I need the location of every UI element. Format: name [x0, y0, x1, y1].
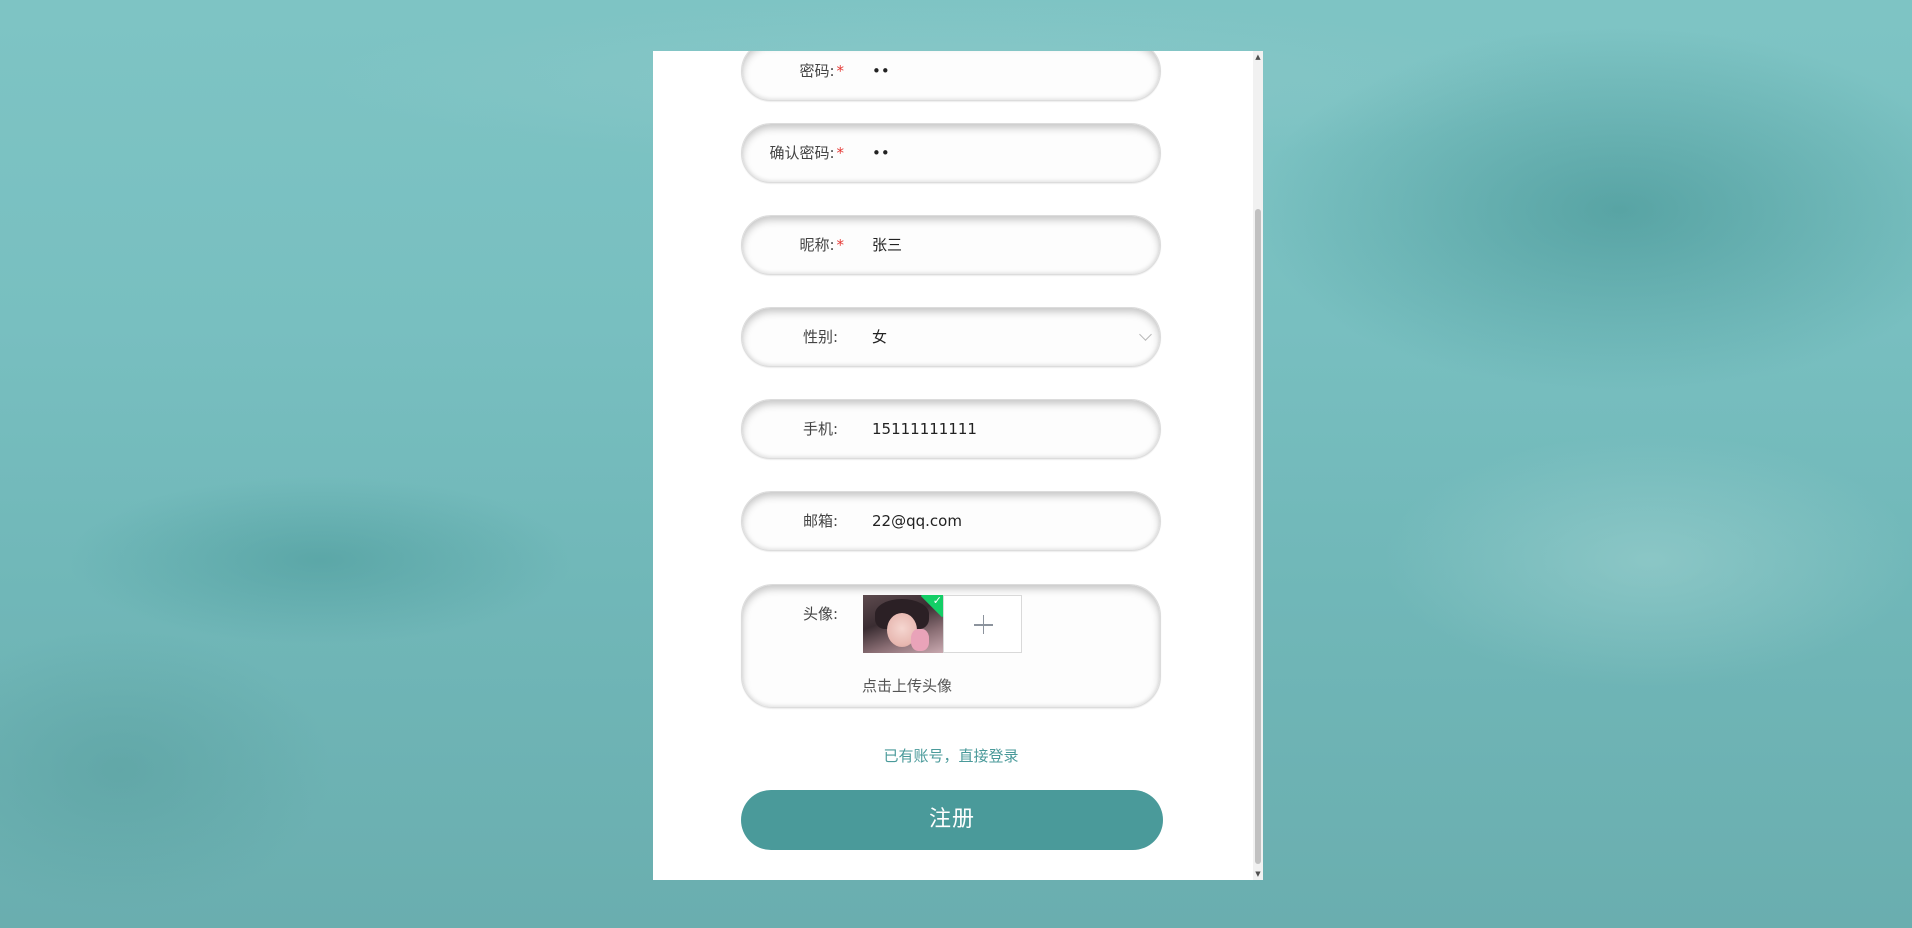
confirm-password-input[interactable]: ••	[872, 124, 890, 182]
phone-field[interactable]: 手机: 15111111111	[741, 399, 1161, 459]
gender-label: 性别:	[802, 328, 838, 346]
required-mark: *	[836, 62, 845, 80]
chevron-down-icon[interactable]	[1139, 328, 1152, 341]
password-label: 密码: *	[799, 62, 845, 80]
email-input[interactable]: 22@qq.com	[872, 492, 962, 550]
avatar-field: 头像: ✓ 点击上传头像	[741, 584, 1161, 708]
check-icon: ✓	[932, 595, 942, 607]
avatar-upload-button[interactable]	[943, 595, 1022, 653]
scroll-up-icon[interactable]: ▲	[1253, 51, 1263, 63]
confirm-password-field[interactable]: 确认密码: * ••	[741, 123, 1161, 183]
gender-select[interactable]: 女	[872, 308, 887, 366]
scrollbar-thumb[interactable]	[1255, 209, 1261, 864]
nickname-input[interactable]: 张三	[872, 216, 902, 274]
password-field[interactable]: 密码: * ••	[741, 51, 1161, 101]
avatar-detail-shape	[911, 629, 929, 651]
required-mark: *	[836, 144, 845, 162]
required-mark: *	[836, 236, 845, 254]
nickname-field[interactable]: 昵称: * 张三	[741, 215, 1161, 275]
avatar-upload-hint[interactable]: 点击上传头像	[862, 675, 952, 696]
password-input[interactable]: ••	[872, 51, 890, 100]
phone-label: 手机:	[802, 420, 838, 438]
login-link[interactable]: 已有账号，直接登录	[741, 745, 1161, 766]
email-field[interactable]: 邮箱: 22@qq.com	[741, 491, 1161, 551]
phone-input[interactable]: 15111111111	[872, 400, 977, 458]
avatar-thumbnail[interactable]: ✓	[863, 595, 943, 653]
confirm-password-label: 确认密码: *	[769, 144, 845, 162]
nickname-label: 昵称: *	[799, 236, 845, 254]
email-label: 邮箱:	[802, 512, 838, 530]
avatar-label: 头像:	[802, 605, 838, 623]
register-button[interactable]: 注册	[741, 790, 1163, 850]
register-form-panel: 密码: * •• 确认密码: * •• 昵称: * 张三 性别: 女 手机: 1511…	[653, 51, 1263, 880]
scroll-down-icon[interactable]: ▼	[1253, 868, 1263, 880]
vertical-scrollbar[interactable]: ▲ ▼	[1253, 51, 1263, 880]
gender-field[interactable]: 性别: 女	[741, 307, 1161, 367]
plus-icon-vertical	[982, 615, 985, 634]
